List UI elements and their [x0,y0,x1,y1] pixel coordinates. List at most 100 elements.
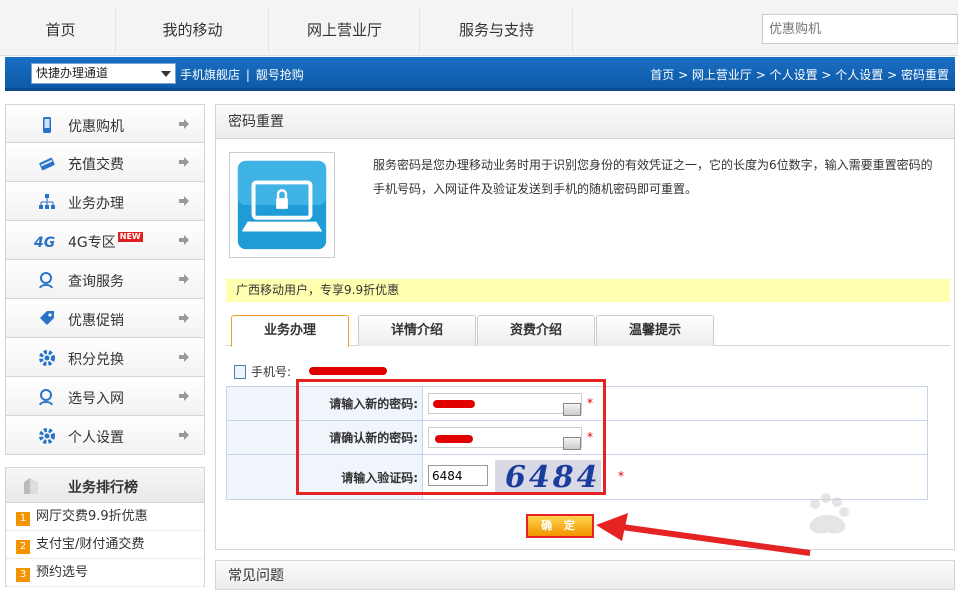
new-password-label: 请输入新的密码: [227,387,423,420]
tab-tips[interactable]: 温馨提示 [596,315,714,346]
sidebar-item-label: 充值交费 [68,157,124,173]
confirm-password-label: 请确认新的密码: [227,421,423,454]
new-password-cell: * [423,387,927,420]
new-badge: NEW [117,232,143,242]
keyboard-icon[interactable] [563,437,581,450]
sidebar-item-recharge[interactable]: 充值交费 [5,143,205,182]
person-search-icon [39,389,53,406]
arrow-right-icon [179,274,189,284]
captcha-input[interactable] [428,465,488,486]
new-password-row: 请输入新的密码: * [227,387,927,421]
required-mark: * [618,469,624,483]
redacted-value [435,435,473,443]
sidebar-item-personal-settings[interactable]: 个人设置 [5,416,205,455]
gear-icon [39,350,55,366]
sidebar-item-4g-zone[interactable]: 4G 4G专区 NEW [5,221,205,260]
arrow-right-icon [179,157,189,167]
sidebar-item-phone-deals[interactable]: 优惠购机 [5,104,205,143]
document-icon [234,365,246,379]
sidebar-item-label: 选号入网 [68,391,124,407]
svg-text:4G: 4G [34,235,55,250]
tab-pricing[interactable]: 资费介绍 [477,315,595,346]
captcha-row: 请输入验证码: 6484 * [227,455,927,499]
sidebar-item-label: 业务办理 [68,196,124,212]
captcha-cell: 6484 * [423,455,927,499]
arrow-right-icon [179,352,189,362]
password-reset-panel: 密码重置 服务密码是您办理移动业务时用于识别您身份的有效凭证之一，它的长度为6位… [215,104,955,550]
flagship-store-link[interactable]: 手机旗舰店 [180,68,240,82]
list-item[interactable]: 1 网厅交费9.9折优惠 [6,503,204,531]
required-mark: * [587,396,593,410]
blue-toolbar: 快捷办理通道 手机旗舰店 | 靓号抢购 首页 > 网上营业厅 > 个人设置 > … [5,57,955,91]
sidebar-item-points[interactable]: 积分兑换 [5,338,205,377]
arrow-right-icon [179,430,189,440]
arrow-right-icon [179,119,189,129]
ranking-icon [24,478,38,494]
sidebar-item-business[interactable]: 业务办理 [5,182,205,221]
quick-access-select[interactable]: 快捷办理通道 [31,63,176,84]
arrow-right-icon [179,235,189,245]
confirm-button[interactable]: 确 定 [526,514,594,538]
confirm-button-label: 确 定 [528,516,592,536]
redacted-value [433,400,475,408]
search-input[interactable] [762,14,958,44]
tag-icon [40,311,54,325]
nav-service-support[interactable]: 服务与支持 [421,8,573,53]
captcha-image[interactable]: 6484 [495,460,601,494]
sidebar-item-query[interactable]: 查询服务 [5,260,205,299]
rank-label: 预约选号 [36,565,89,580]
gear-icon [39,428,55,444]
sidebar-item-select-number[interactable]: 选号入网 [5,377,205,416]
captcha-label: 请输入验证码: [227,455,423,499]
nav-home[interactable]: 首页 [6,8,116,53]
link-separator: | [245,68,250,82]
sidebar-item-label: 个人设置 [68,430,124,446]
arrow-right-icon [179,391,189,401]
list-item[interactable]: 2 支付宝/财付通交费 [6,531,204,559]
quick-access-label: 快捷办理通道 [36,66,109,80]
card-icon [39,157,55,171]
sidebar-item-label: 查询服务 [68,274,124,290]
confirm-password-row: 请确认新的密码: * [227,421,927,455]
rank-label: 支付宝/财付通交费 [36,537,145,552]
network-icon [39,194,55,209]
nav-online-hall[interactable]: 网上营业厅 [270,8,420,53]
annotation-arrow-icon [596,513,811,556]
chevron-down-icon [161,71,171,77]
rank-number: 1 [16,512,30,526]
rank-number: 2 [16,540,30,554]
sidebar-item-label: 4G专区 NEW [68,232,143,252]
4g-icon: 4G [34,235,55,250]
confirm-password-input[interactable] [428,427,582,450]
lock-laptop-icon [237,160,327,250]
lock-laptop-image [229,152,335,258]
tab-details[interactable]: 详情介绍 [358,315,476,346]
sidebar-item-4g-text: 4G专区 [68,235,116,251]
sidebar: 优惠购机 充值交费 业务办理 4G 4G专区 NEW 查询服务 优惠促销 积分兑换… [5,104,205,455]
list-item[interactable]: 3 预约选号 [6,559,204,587]
required-mark: * [587,430,593,444]
tab-bar: 业务办理 详情介绍 资费介绍 温馨提示 [226,312,950,347]
nav-my-mobile[interactable]: 我的移动 [117,8,269,53]
sidebar-item-promotions[interactable]: 优惠促销 [5,299,205,338]
new-password-input[interactable] [428,393,582,416]
password-form: 请输入新的密码: * 请确认新的密码: * 请输入验证码: 6484 6484 … [226,386,928,500]
sidebar-item-label: 优惠促销 [68,313,124,329]
ranking-header: 业务排行榜 [5,467,205,503]
rank-number: 3 [16,568,30,582]
breadcrumb[interactable]: 首页 > 网上营业厅 > 个人设置 > 个人设置 > 密码重置 [650,66,949,83]
premium-number-link[interactable]: 靓号抢购 [256,68,304,82]
confirm-password-cell: * [423,421,927,454]
captcha-image-text: 6484 [505,460,601,494]
phone-icon [43,117,51,133]
redacted-phone-number [309,367,387,375]
ranking-title: 业务排行榜 [68,480,138,496]
page-title: 密码重置 [216,105,954,139]
keyboard-icon[interactable] [563,403,581,416]
promo-banner: 广西移动用户，专享9.9折优惠 [226,279,950,302]
bluebar-links: 手机旗舰店 | 靓号抢购 [180,66,306,83]
description-text: 服务密码是您办理移动业务时用于识别您身份的有效凭证之一，它的长度为6位数字，输入… [373,158,933,196]
phone-number-row: 手机号: [234,363,291,380]
person-search-icon [39,272,53,289]
tab-business[interactable]: 业务办理 [231,315,349,347]
